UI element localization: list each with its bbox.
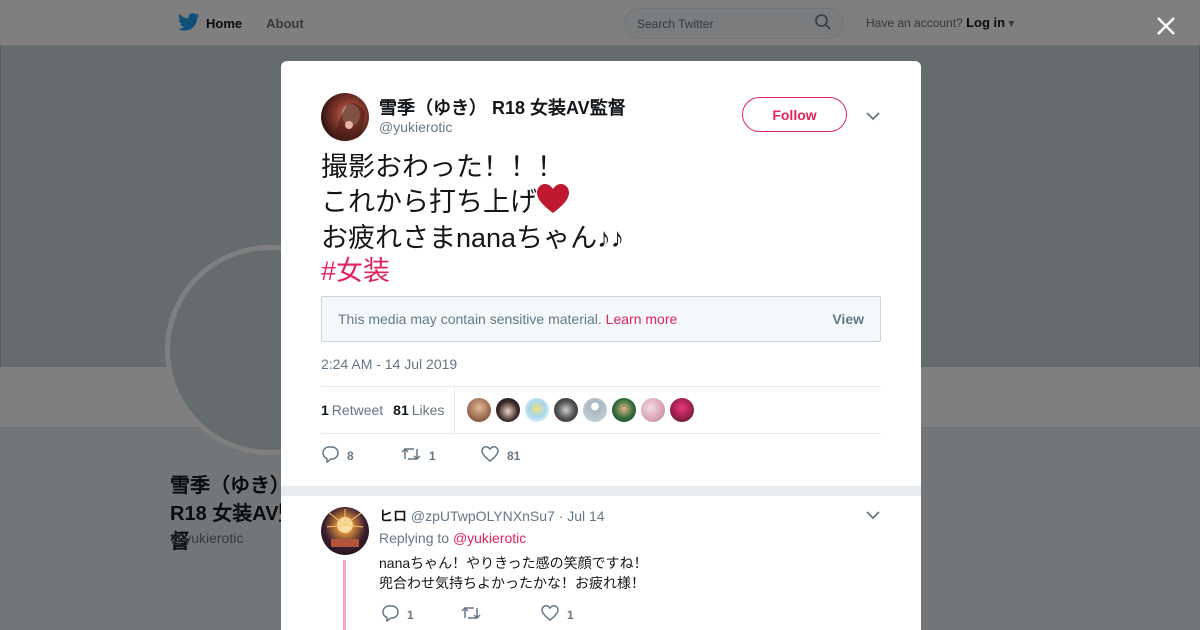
liker-avatar[interactable]: [583, 398, 608, 422]
replying-to-mention[interactable]: @yukierotic: [453, 530, 526, 546]
liker-avatar[interactable]: [525, 398, 550, 422]
replying-to-label: Replying to: [379, 530, 450, 546]
tweet-stats: 1 Retweet 81 Likes: [321, 386, 881, 434]
replying-to: Replying to @yukierotic: [379, 530, 526, 546]
tweet-actions: 8 1 81: [321, 445, 561, 466]
reply-like-count: 1: [567, 607, 574, 622]
hashtag-link[interactable]: #女装: [321, 255, 624, 288]
reply-reply-count: 1: [407, 607, 414, 622]
author-avatar[interactable]: [321, 93, 369, 141]
reply-count: 8: [347, 448, 354, 463]
sensitive-warning: This media may contain sensitive materia…: [338, 311, 602, 327]
reply-icon: [381, 604, 399, 625]
retweet-icon: [401, 445, 421, 466]
follow-button[interactable]: Follow: [742, 97, 847, 132]
liker-avatar[interactable]: [670, 398, 695, 422]
like-action[interactable]: 1: [541, 604, 621, 625]
stat-counts: 1 Retweet 81 Likes: [321, 386, 456, 434]
retweet-action[interactable]: [461, 604, 541, 625]
retweet-icon: [461, 604, 481, 625]
sensitive-notice-text: This media may contain sensitive materia…: [338, 311, 677, 327]
reply-action[interactable]: 8: [321, 445, 401, 466]
liker-avatar[interactable]: [467, 398, 492, 422]
liker-avatar[interactable]: [496, 398, 521, 422]
tweet-modal: 雪季（ゆき） R18 女装AV監督 @yukierotic Follow 撮影お…: [281, 61, 921, 630]
reply-line: 兜合わせ気持ちよかったかな！お疲れ様！: [379, 575, 645, 591]
tweet-line: 撮影おわった！！！: [321, 152, 564, 182]
reply-text: nanaちゃん！やりきった感の笑顔ですね！ 兜合わせ気持ちよかったかな！お疲れ様…: [379, 553, 648, 593]
like-label: Likes: [411, 402, 445, 418]
liker-avatar[interactable]: [612, 398, 637, 422]
reply-author-handle[interactable]: @zpUTwpOLYNXnSu7: [411, 508, 555, 524]
heart-emoji-icon: [537, 184, 569, 222]
like-count: 81: [393, 402, 409, 418]
author-name[interactable]: 雪季（ゆき） R18 女装AV監督: [379, 94, 626, 120]
sensitive-media-notice: This media may contain sensitive materia…: [321, 296, 881, 342]
like-action[interactable]: 81: [481, 445, 561, 466]
chevron-down-icon[interactable]: [864, 107, 882, 125]
tweet-line-with-heart: これから打ち上げ: [321, 184, 624, 222]
reply-actions: 1 1: [381, 604, 621, 625]
section-divider: [281, 486, 921, 496]
liker-avatar[interactable]: [641, 398, 666, 422]
tweet-timestamp[interactable]: 2:24 AM - 14 Jul 2019: [321, 356, 457, 372]
retweet-count: 1: [321, 402, 329, 418]
heart-icon: [541, 604, 559, 625]
learn-more-link[interactable]: Learn more: [606, 311, 678, 327]
liker-avatar[interactable]: [554, 398, 579, 422]
tweet-text: 撮影おわった！！！ これから打ち上げ お疲れさまnanaちゃん♪♪ #女装: [321, 151, 624, 288]
author-handle[interactable]: @yukierotic: [379, 119, 452, 135]
reply-line: nanaちゃん！やりきった感の笑顔ですね！: [379, 555, 648, 571]
reply-action[interactable]: 1: [381, 604, 461, 625]
reply-icon: [321, 445, 339, 466]
liker-avatars: [455, 398, 695, 422]
like-count-action: 81: [507, 448, 521, 463]
close-icon[interactable]: [1152, 12, 1180, 40]
thread-line: [343, 560, 346, 630]
reply-author-name[interactable]: ヒロ: [379, 508, 407, 524]
tweet-line: これから打ち上げ: [321, 187, 537, 217]
retweet-stat[interactable]: 1 Retweet: [321, 402, 383, 418]
reply-date[interactable]: · Jul 14: [559, 508, 605, 524]
view-media-button[interactable]: View: [832, 311, 864, 327]
retweet-label: Retweet: [331, 402, 384, 418]
chevron-down-icon[interactable]: [864, 506, 882, 524]
retweet-action[interactable]: 1: [401, 445, 481, 466]
heart-icon: [481, 445, 499, 466]
reply-author-avatar[interactable]: [321, 507, 369, 555]
tweet-line: お疲れさまnanaちゃん♪♪: [321, 223, 625, 253]
retweet-count-action: 1: [429, 448, 436, 463]
like-stat[interactable]: 81 Likes: [393, 402, 444, 418]
reply-header: ヒロ @zpUTwpOLYNXnSu7 · Jul 14: [379, 506, 605, 526]
